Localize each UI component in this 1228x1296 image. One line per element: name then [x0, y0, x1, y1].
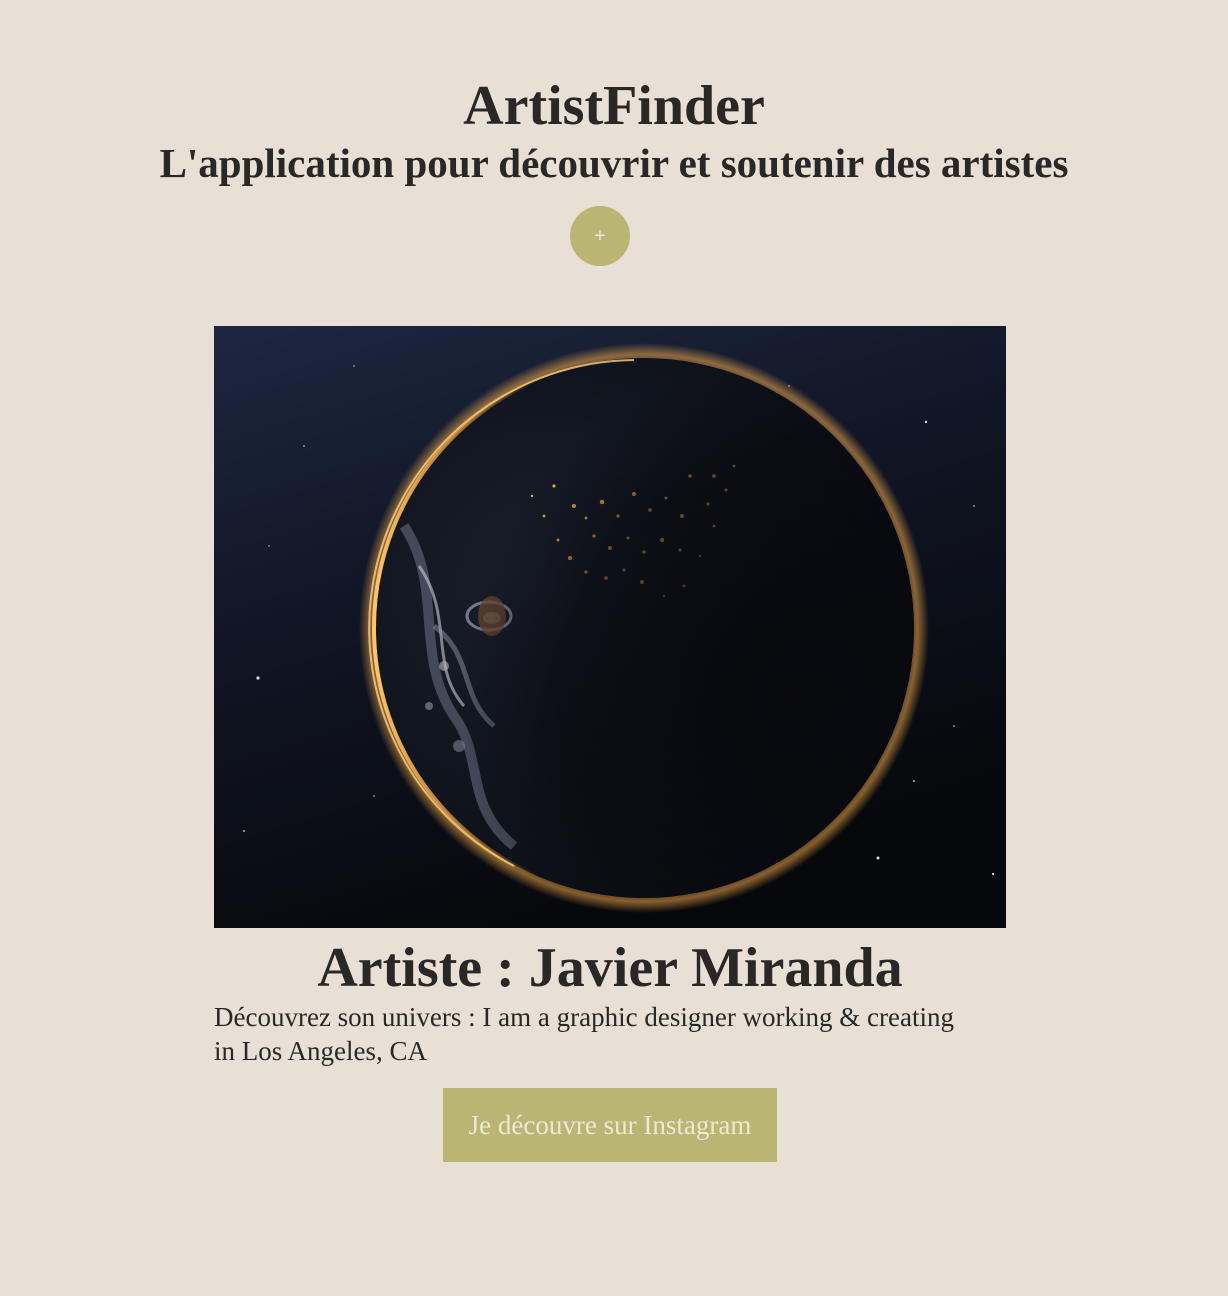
artist-bio: Découvrez son univers : I am a graphic d… — [214, 1000, 1006, 1068]
artist-bio-line: Découvrez son univers : I am a graphic d… — [214, 1002, 954, 1032]
add-button[interactable]: + — [570, 206, 630, 266]
instagram-button[interactable]: Je découvre sur Instagram — [443, 1088, 777, 1162]
artist-bio-line: in Los Angeles, CA — [214, 1036, 427, 1066]
artist-name: Artiste : Javier Miranda — [317, 937, 903, 999]
artwork-image — [214, 326, 1006, 928]
app-subtitle: L'application pour découvrir et soutenir… — [159, 140, 1069, 186]
app-title: ArtistFinder — [463, 75, 765, 137]
